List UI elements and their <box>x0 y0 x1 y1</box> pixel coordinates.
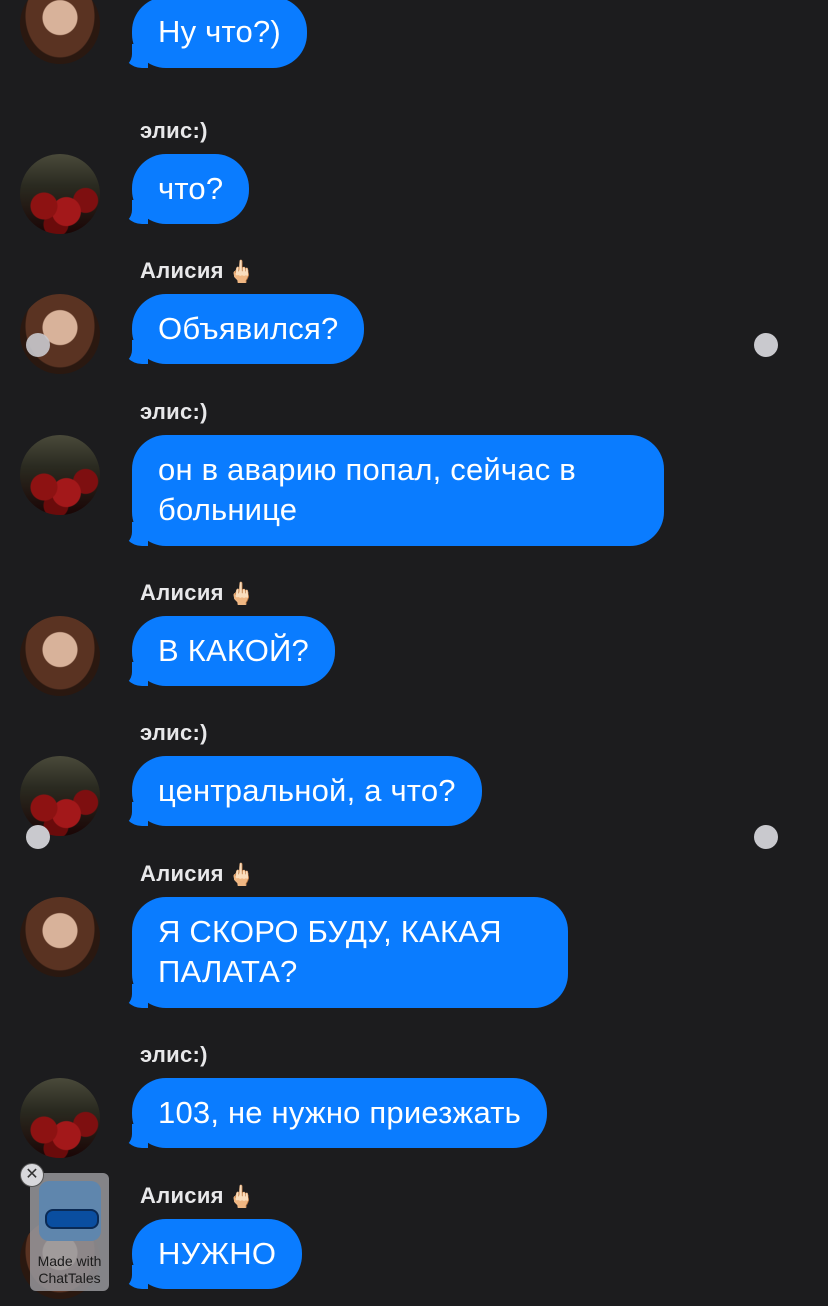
bubble-tail <box>118 200 148 224</box>
sender-label: элис:) <box>140 720 208 745</box>
avatar[interactable] <box>20 435 100 515</box>
sender-label: Алисия <box>140 258 224 283</box>
sender-label: Алисия <box>140 580 224 605</box>
watermark-text: Made with ChatTales <box>37 1253 102 1286</box>
sender-label: Алисия <box>140 1183 224 1208</box>
message-text: центральной, а что? <box>158 773 456 808</box>
chattales-watermark[interactable]: ✕ Made with ChatTales <box>20 1163 109 1291</box>
sender-name: Алисия 🖕🏻 <box>140 580 256 607</box>
avatar[interactable] <box>20 1078 100 1158</box>
sender-name: Алисия 🖕🏻 <box>140 1183 256 1210</box>
message-text: НУЖНО <box>158 1236 277 1271</box>
sender-name: элис:) <box>140 399 208 425</box>
message-bubble[interactable]: НУЖНО <box>118 1219 303 1289</box>
bubble-tail <box>118 662 148 686</box>
floating-dot[interactable] <box>26 333 50 357</box>
message-bubble[interactable]: что? <box>118 154 250 224</box>
message-text: 103, не нужно приезжать <box>158 1095 521 1130</box>
message-bubble[interactable]: Ну что?) <box>118 0 307 68</box>
avatar[interactable] <box>20 154 100 234</box>
message-bubble[interactable]: он в аварию попал, сейчас в больнице <box>118 435 664 546</box>
bubble-tail <box>118 1265 148 1289</box>
bubble-tail <box>118 522 148 546</box>
sender-label: Алисия <box>140 861 224 886</box>
avatar[interactable] <box>20 897 100 977</box>
close-icon[interactable]: ✕ <box>20 1163 44 1187</box>
message-text: Я СКОРО БУДУ, КАКАЯ ПАЛАТА? <box>158 914 502 989</box>
avatar[interactable] <box>20 616 100 696</box>
message-text: Ну что?) <box>158 14 281 49</box>
message-text: что? <box>158 171 224 206</box>
finger-emoji-icon: 🖕🏻 <box>227 1184 256 1210</box>
sender-label: элис:) <box>140 1042 208 1067</box>
bubble-tail <box>118 1124 148 1148</box>
bubble-tail <box>118 802 148 826</box>
avatar[interactable] <box>20 0 100 64</box>
message-text: он в аварию попал, сейчас в больнице <box>158 452 576 527</box>
floating-dot[interactable] <box>754 333 778 357</box>
finger-emoji-icon: 🖕🏻 <box>227 581 256 607</box>
message-bubble[interactable]: центральной, а что? <box>118 756 482 826</box>
floating-dot[interactable] <box>26 825 50 849</box>
sender-label: элис:) <box>140 118 208 143</box>
sender-name: Алисия 🖕🏻 <box>140 258 256 285</box>
sender-name: элис:) <box>140 118 208 144</box>
bubble-tail <box>118 44 148 68</box>
finger-emoji-icon: 🖕🏻 <box>227 259 256 285</box>
floating-dot[interactable] <box>754 825 778 849</box>
sender-name: Алисия 🖕🏻 <box>140 861 256 888</box>
finger-emoji-icon: 🖕🏻 <box>227 862 256 888</box>
message-bubble[interactable]: В КАКОЙ? <box>118 616 335 686</box>
avatar[interactable] <box>20 756 100 836</box>
message-bubble[interactable]: Я СКОРО БУДУ, КАКАЯ ПАЛАТА? <box>118 897 568 1008</box>
sender-label: элис:) <box>140 399 208 424</box>
message-bubble[interactable]: 103, не нужно приезжать <box>118 1078 547 1148</box>
sender-name: элис:) <box>140 720 208 746</box>
bubble-tail <box>118 984 148 1008</box>
bubble-tail <box>118 340 148 364</box>
message-bubble[interactable]: Объявился? <box>118 294 365 364</box>
message-text: Объявился? <box>158 311 339 346</box>
sender-name: элис:) <box>140 1042 208 1068</box>
message-text: В КАКОЙ? <box>158 633 309 668</box>
chattales-logo-icon <box>39 1181 101 1241</box>
